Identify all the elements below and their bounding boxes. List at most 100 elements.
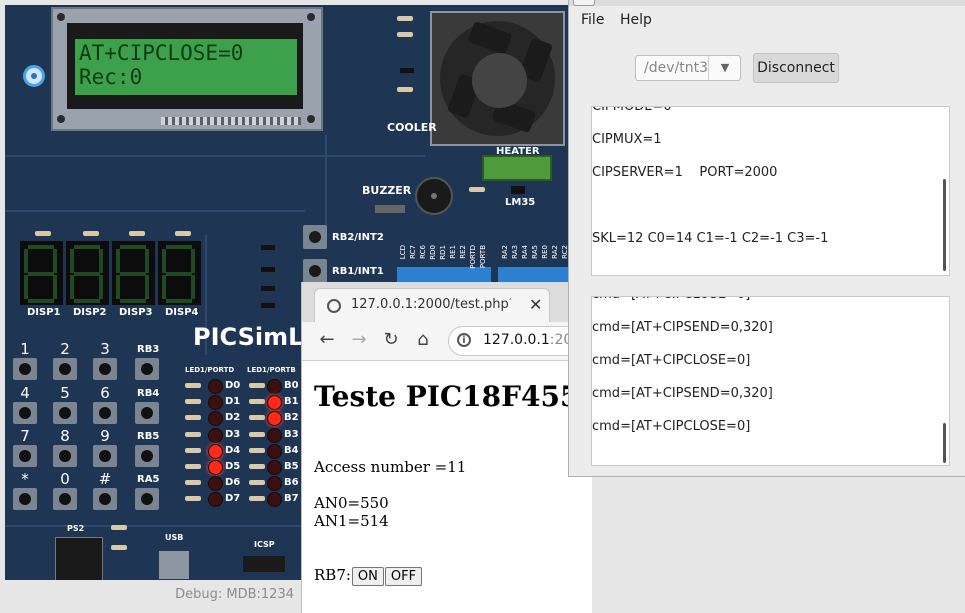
- segment: [74, 245, 100, 249]
- buzzer: [415, 177, 453, 215]
- log-line: cmd=[AT+CIPCLOSE=0]: [592, 297, 750, 302]
- keypad-side-button[interactable]: [135, 445, 159, 467]
- back-arrow-icon[interactable]: ←: [316, 330, 338, 350]
- segment: [74, 272, 100, 276]
- keypad-key[interactable]: [53, 402, 77, 424]
- dip-label: RA2: [551, 245, 559, 259]
- segment: [53, 249, 57, 273]
- led-portd: [208, 476, 223, 492]
- led-portd: [208, 427, 223, 443]
- seven-segment-disp4: [158, 241, 201, 305]
- keypad-key[interactable]: [13, 358, 37, 380]
- received-line: CIPMUX=1: [592, 132, 662, 147]
- dip-switch-left[interactable]: [397, 267, 491, 283]
- keypad-side-button[interactable]: [135, 358, 159, 380]
- chevron-down-icon[interactable]: ▼: [708, 56, 741, 80]
- keypad-key[interactable]: [13, 402, 37, 424]
- resistor: [185, 383, 201, 388]
- led-label: D2: [225, 412, 241, 424]
- keypad-side-button[interactable]: [135, 488, 159, 510]
- received-line: CIPMODE=0: [592, 106, 672, 114]
- disp2-label: DISP2: [73, 307, 107, 318]
- rb7-label: RB7:: [314, 566, 351, 584]
- resistor: [129, 231, 145, 236]
- resistor: [249, 431, 265, 437]
- resistor: [83, 231, 99, 236]
- close-tab-icon[interactable]: ✕: [529, 295, 542, 314]
- resistor: [185, 431, 201, 437]
- resistor: [175, 231, 191, 236]
- menu-bar: File Help: [569, 6, 965, 34]
- site-info-icon[interactable]: i: [457, 333, 471, 347]
- browser-tab[interactable]: 127.0.0.1:2000/test.php?RB ✕: [314, 288, 550, 322]
- keypad-key-label: 4: [20, 384, 30, 402]
- icsp-label: ICSP: [254, 540, 275, 549]
- segment: [116, 275, 120, 299]
- led-label: D3: [225, 428, 241, 440]
- keypad-key[interactable]: [93, 402, 117, 424]
- keypad-side-button[interactable]: [135, 402, 159, 424]
- rb7-on-button[interactable]: ON: [351, 567, 384, 586]
- led-portb: [267, 460, 282, 475]
- led-portd: [208, 411, 223, 427]
- keypad-key[interactable]: [13, 445, 37, 467]
- keypad-key[interactable]: [93, 358, 117, 380]
- resistor: [111, 545, 127, 550]
- menu-file[interactable]: File: [581, 12, 604, 28]
- dip-label: RA2: [501, 245, 509, 259]
- dip-label: RC6: [419, 245, 427, 259]
- led-portb: [267, 492, 282, 508]
- led-label: B0: [284, 380, 299, 391]
- disconnect-button[interactable]: Disconnect: [753, 53, 839, 83]
- home-icon[interactable]: ⌂: [412, 330, 434, 350]
- keypad-key[interactable]: [53, 358, 77, 380]
- menu-help[interactable]: Help: [620, 12, 652, 28]
- lcd-line-2: Rec:0: [79, 65, 143, 89]
- segment: [191, 249, 195, 273]
- keypad-key-label: #: [98, 470, 112, 488]
- reload-icon[interactable]: ↻: [380, 330, 402, 350]
- rb7-off-button[interactable]: OFF: [384, 567, 423, 586]
- segment: [70, 249, 74, 273]
- serial-port-select[interactable]: /dev/tnt3 ▼: [635, 55, 741, 81]
- rb7-row: RB7: ON OFF: [314, 566, 423, 586]
- pcb-trace: [5, 210, 305, 212]
- dip-label: RE1: [449, 245, 457, 259]
- led-portb: [267, 476, 282, 492]
- led-portd-title: LED1/PORTD: [185, 366, 235, 374]
- received-line: SKL=12 C0=14 C1=-1 C2=-1 C3=-1: [592, 231, 829, 246]
- seven-segment-disp3: [112, 241, 155, 305]
- keypad-key[interactable]: [13, 488, 37, 510]
- keypad-key[interactable]: [93, 488, 117, 510]
- resistor: [249, 383, 265, 388]
- resistor: [397, 16, 413, 21]
- transistor: [261, 286, 275, 291]
- keypad-side-label: RB3: [137, 344, 160, 355]
- rb1-button[interactable]: [303, 259, 327, 283]
- lm35-label: LM35: [505, 197, 536, 208]
- cooler-label: COOLER: [387, 121, 437, 134]
- disp1-label: DISP1: [27, 307, 61, 318]
- transistor: [261, 267, 275, 272]
- jumper: [375, 205, 405, 213]
- segment: [28, 272, 54, 276]
- log-text-area[interactable]: cmd=[AT+CIPCLOSE=0] cmd=[AT+CIPSEND=0,320…: [591, 296, 950, 466]
- scrollbar[interactable]: [943, 423, 946, 463]
- scrollbar[interactable]: [943, 179, 946, 271]
- ps2-connector: [55, 537, 103, 580]
- keypad-key[interactable]: [93, 445, 117, 467]
- dip-switch-right[interactable]: [498, 267, 570, 283]
- led-label: D6: [225, 477, 241, 489]
- rb2-button[interactable]: [303, 225, 327, 249]
- segment: [166, 245, 192, 249]
- serial-port-value: /dev/tnt3: [644, 60, 708, 76]
- screw-icon: [307, 13, 315, 21]
- keypad-side-label: RB4: [137, 388, 160, 399]
- keypad-key[interactable]: [53, 488, 77, 510]
- keypad-key[interactable]: [53, 445, 77, 467]
- forward-arrow-icon[interactable]: →: [348, 330, 370, 350]
- segment: [99, 249, 103, 273]
- received-text-area[interactable]: CIPMODE=0 CIPMUX=1 CIPSERVER=1 PORT=2000 SK…: [591, 106, 950, 276]
- pcb-trace: [5, 525, 305, 527]
- lcd-contrast-potentiometer[interactable]: [23, 65, 45, 87]
